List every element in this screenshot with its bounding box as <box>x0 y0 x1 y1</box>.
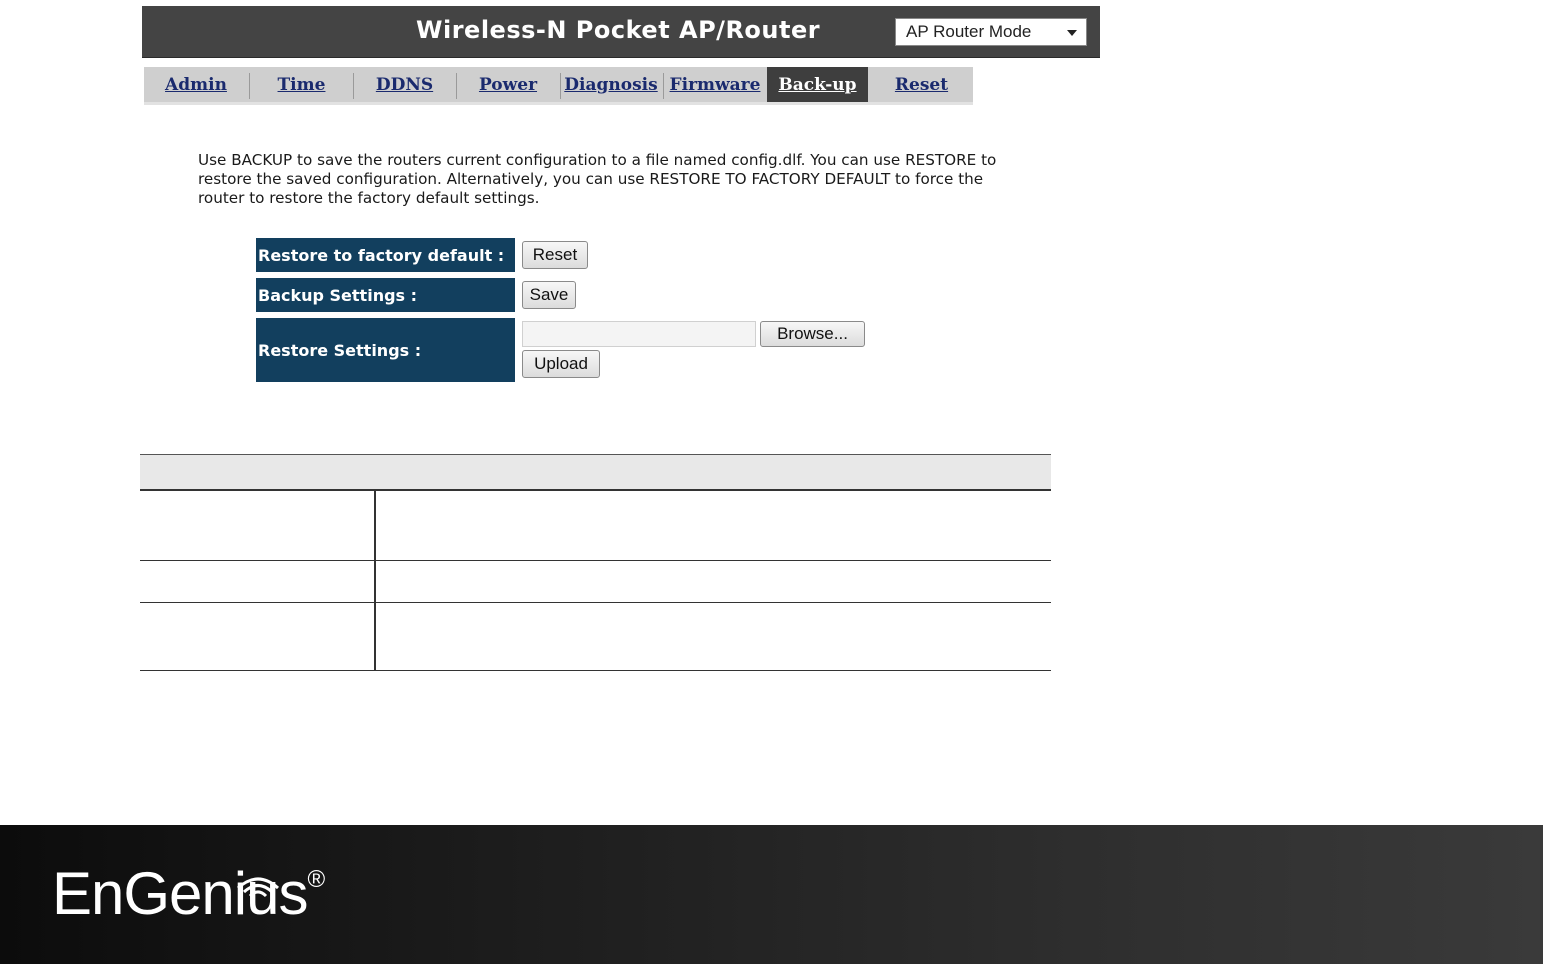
table-row-divider <box>140 602 1051 603</box>
mode-select[interactable]: AP Router Mode <box>895 18 1087 46</box>
tab-bar: Admin Time DDNS Power Diagnosis Firmware… <box>144 67 973 105</box>
reset-button[interactable]: Reset <box>522 241 588 269</box>
restore-settings-label: Restore Settings : <box>256 318 515 382</box>
restore-file-input[interactable] <box>522 321 756 347</box>
backup-description: Use BACKUP to save the routers current c… <box>198 151 997 207</box>
tab-diagnosis[interactable]: Diagnosis <box>561 67 661 102</box>
tab-reset[interactable]: Reset <box>870 67 973 102</box>
registered-mark: ® <box>307 866 326 893</box>
tab-ddns[interactable]: DDNS <box>354 67 455 102</box>
mode-select-value: AP Router Mode <box>906 22 1032 41</box>
table-column-divider <box>374 491 376 671</box>
table-header <box>140 454 1051 491</box>
backup-settings-label: Backup Settings : <box>256 278 515 312</box>
tab-firmware[interactable]: Firmware <box>664 67 766 102</box>
logo-text: EnGenius <box>52 860 308 927</box>
tab-power[interactable]: Power <box>457 67 559 102</box>
header-bar: Wireless-N Pocket AP/Router AP Router Mo… <box>142 6 1100 58</box>
table-row-divider <box>140 560 1051 561</box>
chevron-down-icon <box>1067 30 1077 36</box>
tab-admin[interactable]: Admin <box>144 67 248 102</box>
factory-default-label: Restore to factory default : <box>256 238 515 272</box>
upload-button[interactable]: Upload <box>522 350 600 378</box>
browse-button[interactable]: Browse... <box>760 321 865 347</box>
tab-backup[interactable]: Back-up <box>767 67 868 102</box>
engenius-logo: EnGenius® <box>52 864 326 924</box>
tab-time[interactable]: Time <box>250 67 353 102</box>
table-bottom-border <box>140 670 1051 671</box>
page-title: Wireless-N Pocket AP/Router <box>416 16 821 44</box>
save-button[interactable]: Save <box>522 281 576 309</box>
